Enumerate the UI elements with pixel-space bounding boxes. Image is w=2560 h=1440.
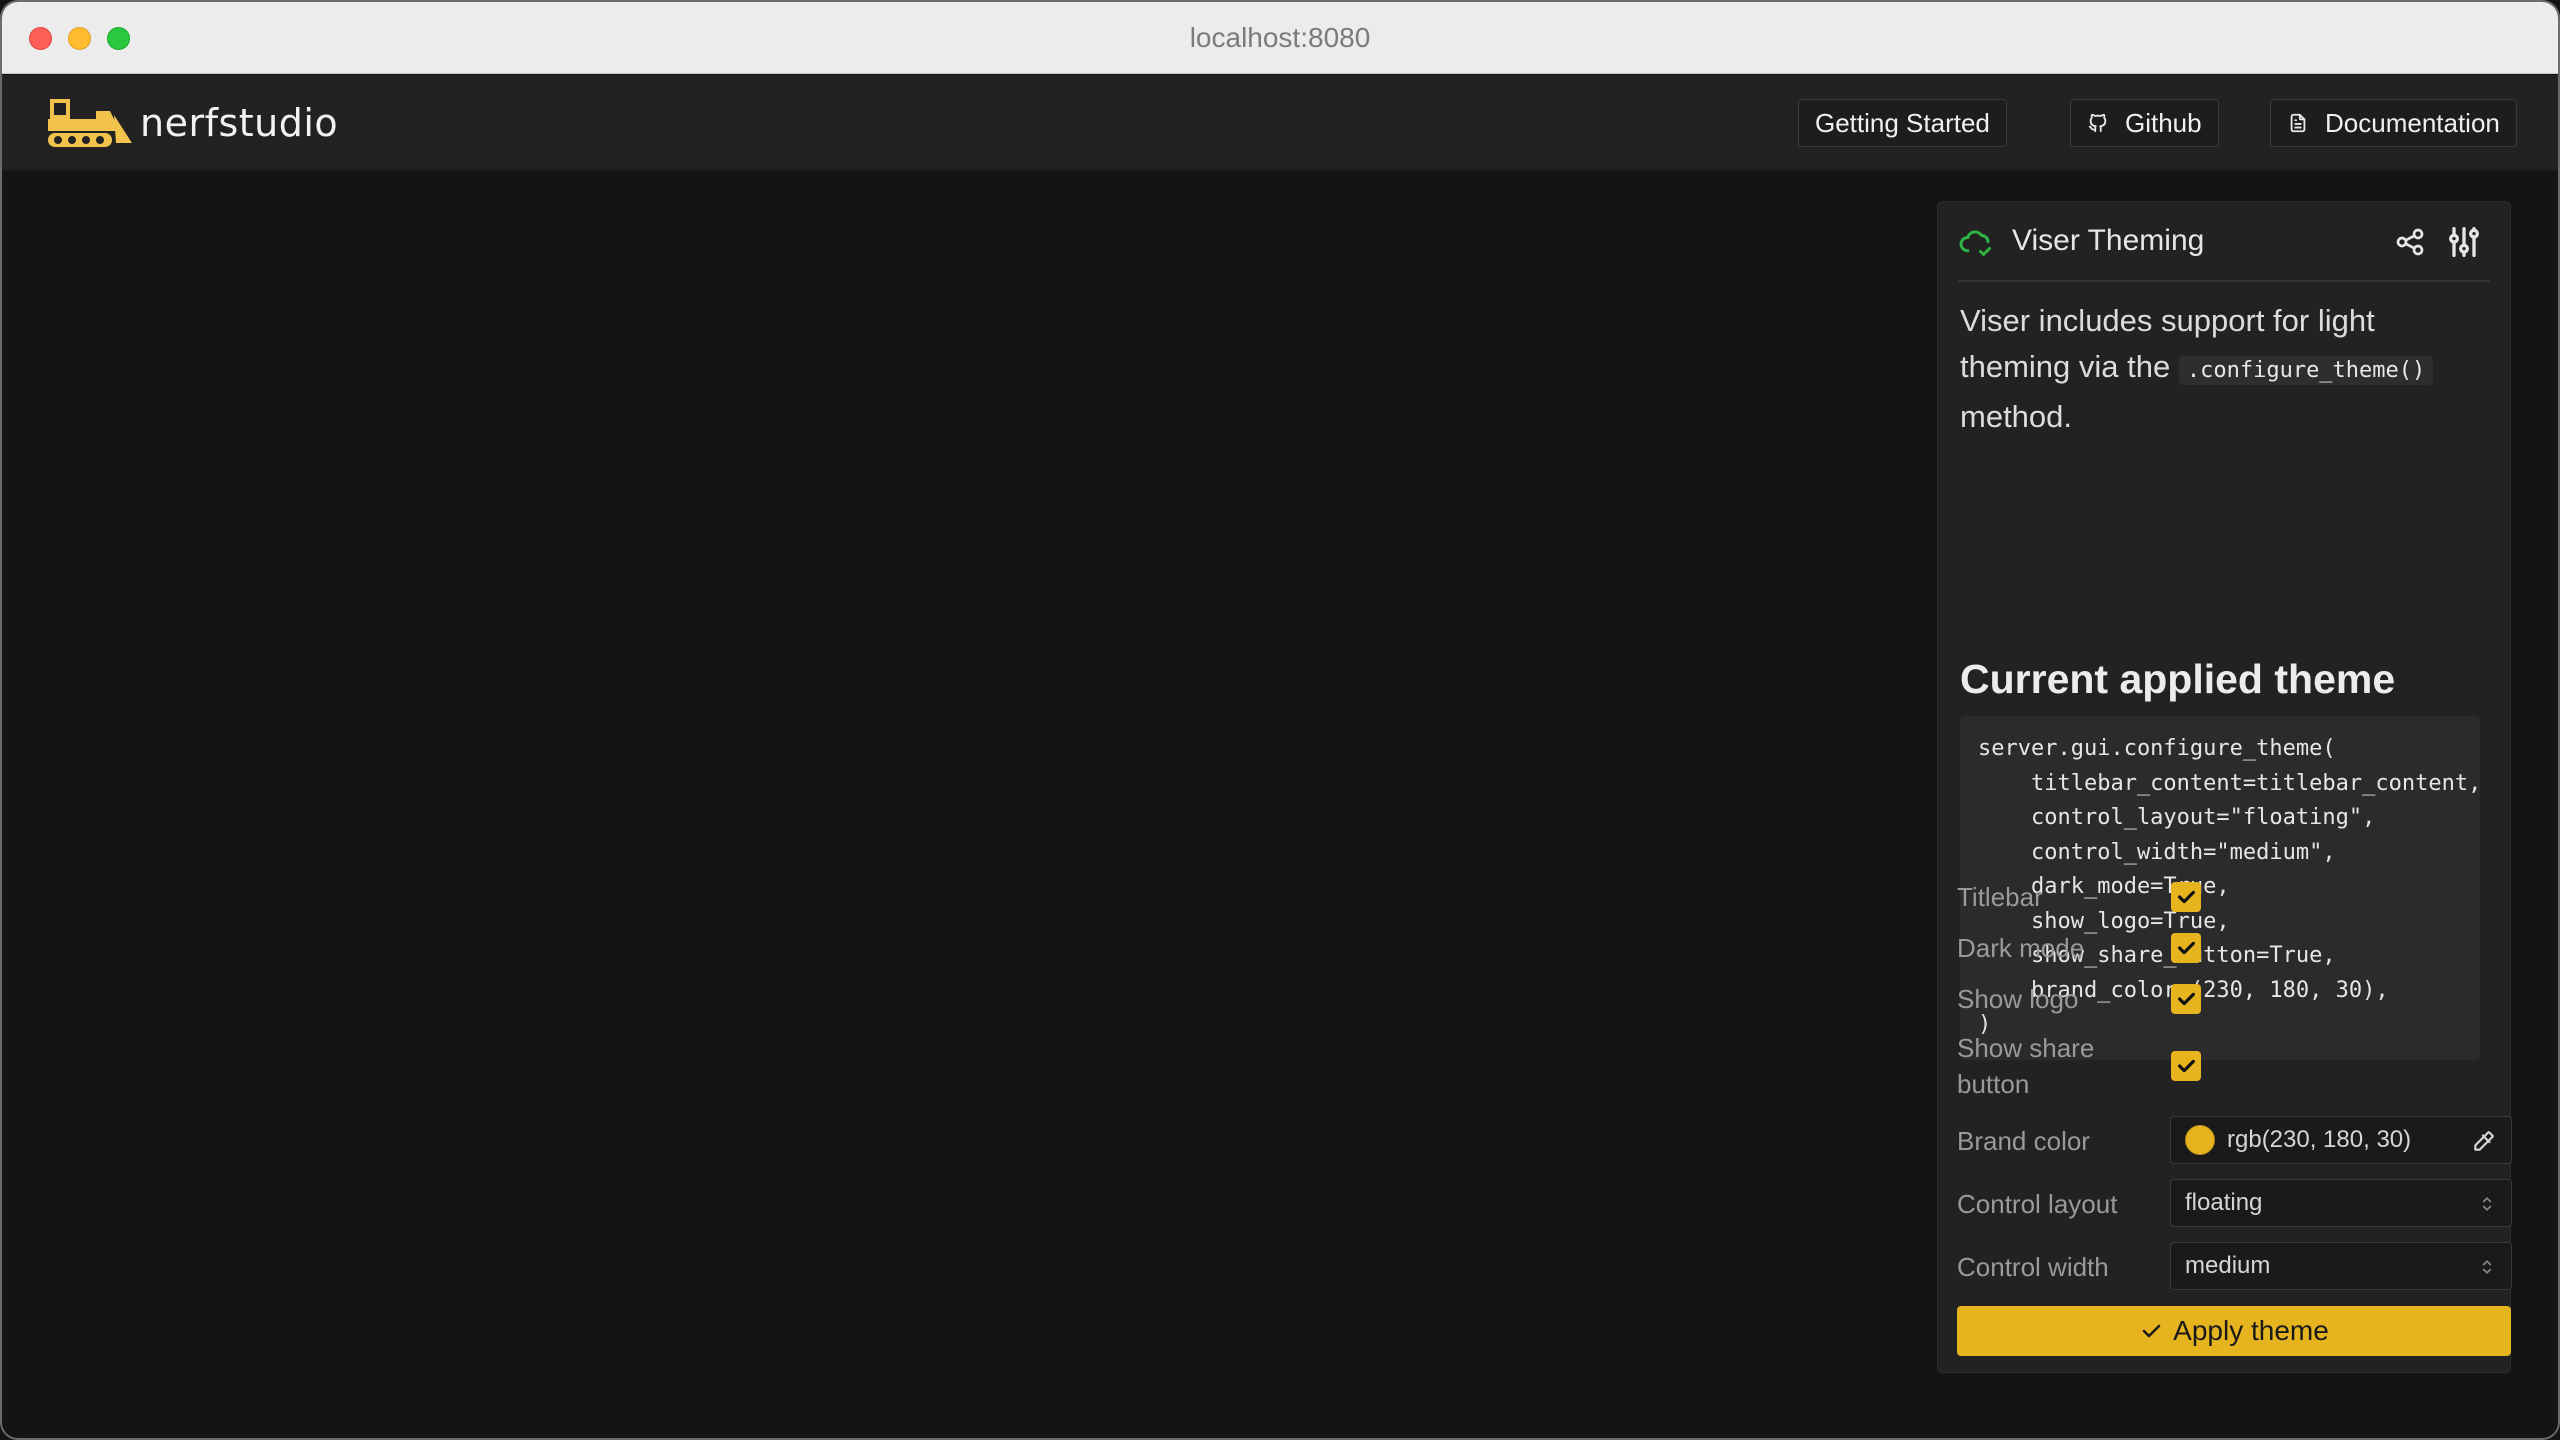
- adjustments-icon: [2449, 227, 2479, 257]
- code-line: control_layout="floating",: [1978, 805, 2376, 830]
- selector-icon: [2482, 1260, 2492, 1274]
- checkmark-icon: [2142, 1324, 2161, 1338]
- panel-title: Viser Theming: [2012, 224, 2205, 257]
- code-line: control_width="medium",: [1978, 839, 2336, 865]
- control-width-value: medium: [2185, 1252, 2271, 1279]
- brand-color-input[interactable]: rgb(230, 180, 30): [2170, 1116, 2512, 1164]
- control-layout-select[interactable]: floating: [2170, 1179, 2512, 1227]
- titlebar-label: Titlebar: [1957, 882, 2043, 912]
- checkmark-icon: [2177, 890, 2195, 904]
- control-layout-value: floating: [2185, 1189, 2263, 1216]
- show-logo-checkbox[interactable]: [2171, 984, 2201, 1014]
- browser-window: localhost:8080 nerfstudio Getting Starte…: [0, 0, 2560, 1440]
- github-label: Github: [2125, 107, 2202, 138]
- document-icon: [2290, 113, 2306, 133]
- github-button[interactable]: Github: [2070, 99, 2219, 147]
- logo-text: nerfstudio: [140, 101, 339, 145]
- share-icon: [2396, 228, 2424, 256]
- getting-started-label: Getting Started: [1815, 107, 1990, 138]
- code-line: titlebar_content=titlebar_content,: [1978, 770, 2480, 796]
- cloud-connected-icon: [1959, 230, 1991, 256]
- eyedropper-icon[interactable]: [2471, 1128, 2497, 1154]
- section-heading: Current applied theme: [1960, 656, 2396, 702]
- description-code: .configure_theme(): [2178, 356, 2434, 385]
- checkmark-icon: [2177, 992, 2195, 1006]
- apply-theme-button[interactable]: Apply theme: [1957, 1306, 2511, 1356]
- show-share-label: Show share button: [1957, 1033, 2095, 1099]
- logo[interactable]: nerfstudio: [46, 93, 338, 153]
- documentation-label: Documentation: [2325, 107, 2500, 138]
- share-button[interactable]: [2390, 220, 2430, 264]
- show-logo-row: Show logo: [1957, 981, 2511, 1017]
- documentation-button[interactable]: Documentation: [2270, 99, 2517, 147]
- brand-color-row: Brand color: [1957, 1123, 2157, 1159]
- github-icon: [2088, 113, 2107, 133]
- checkmark-icon: [2177, 1059, 2195, 1073]
- apply-theme-label: Apply theme: [2173, 1315, 2329, 1346]
- selector-icon: [2482, 1197, 2492, 1211]
- show-share-checkbox[interactable]: [2171, 1051, 2201, 1081]
- getting-started-button[interactable]: Getting Started: [1798, 99, 2007, 147]
- titlebar-row: Titlebar: [1957, 879, 2511, 915]
- control-width-label: Control width: [1957, 1252, 2109, 1282]
- titlebar-checkbox[interactable]: [2171, 882, 2201, 912]
- show-share-row: Show share button: [1957, 1030, 2511, 1102]
- url-display: localhost:8080: [1189, 22, 1371, 53]
- dark-mode-row: Dark mode: [1957, 930, 2511, 966]
- browser-titlebar: localhost:8080: [2, 2, 2558, 74]
- app-topbar: nerfstudio Getting Started Github Docume…: [2, 75, 2558, 171]
- description-text-2: method.: [1960, 399, 2073, 434]
- control-width-row: Control width: [1957, 1249, 2157, 1285]
- dark-mode-checkbox[interactable]: [2171, 933, 2201, 963]
- control-width-select[interactable]: medium: [2170, 1242, 2512, 1290]
- checkmark-icon: [2177, 941, 2195, 955]
- color-swatch[interactable]: [2185, 1125, 2215, 1155]
- control-layout-label: Control layout: [1957, 1189, 2118, 1219]
- brand-color-label: Brand color: [1957, 1126, 2090, 1156]
- dark-mode-label: Dark mode: [1957, 933, 2085, 963]
- panel-description: Viser includes support for light theming…: [1960, 298, 2480, 440]
- panel-header[interactable]: Viser Theming: [1958, 202, 2490, 282]
- control-layout-row: Control layout: [1957, 1186, 2157, 1222]
- brand-color-value: rgb(230, 180, 30): [2227, 1126, 2412, 1153]
- code-line: server.gui.configure_theme(: [1978, 736, 2336, 761]
- settings-button[interactable]: [2444, 220, 2484, 264]
- show-logo-label: Show logo: [1957, 984, 2079, 1014]
- bulldozer-logo-icon: [48, 99, 132, 147]
